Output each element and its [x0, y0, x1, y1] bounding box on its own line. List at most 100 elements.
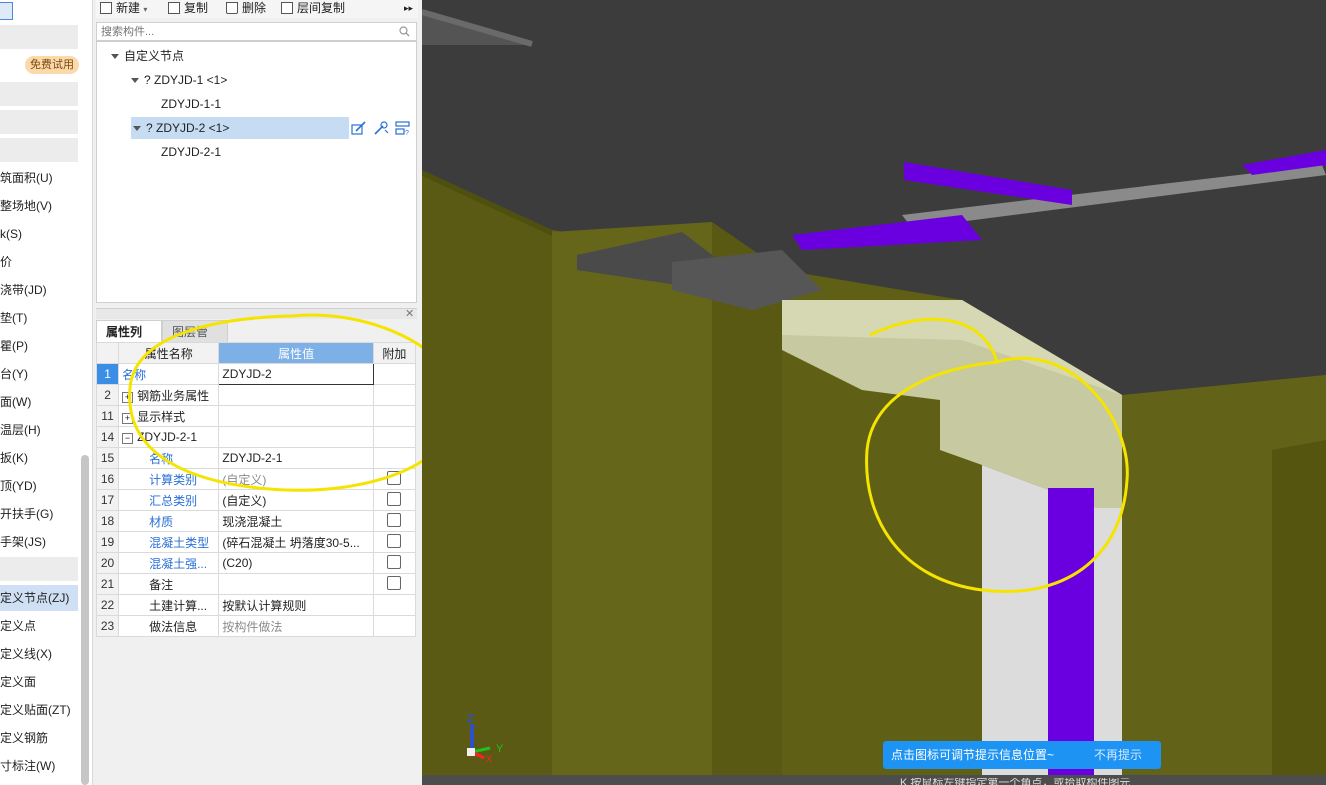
nav-item[interactable]: k(S) — [0, 221, 22, 247]
edit-node-icon[interactable] — [351, 120, 367, 136]
nav-item[interactable]: 定义钢筋 — [0, 725, 48, 751]
tree-leaf[interactable]: ZDYJD-1-1 — [161, 93, 221, 115]
3d-viewport[interactable] — [422, 0, 1326, 785]
property-panel: ✕ 属性列表 图层管理 属性名称 属性值 附加 1 名称 ZDYJD-2 2 +… — [95, 308, 460, 785]
chevron-down-icon[interactable]: ▾ — [143, 5, 147, 14]
nav-item[interactable]: 寸标注(W) — [0, 753, 55, 779]
toolbar: 新建 ▾ 复制 删除 层间复制 ▸▸ — [96, 0, 418, 18]
component-tree: 自定义节点 ? ZDYJD-1 <1> ZDYJD-1-1 ? ZDYJD-2 … — [96, 41, 417, 303]
nav-item[interactable]: 开扶手(G) — [0, 501, 53, 527]
prop-extra — [372, 573, 417, 595]
nav-item[interactable]: 定义点 — [0, 613, 36, 639]
table-row[interactable]: 18 材质 现浇混凝土 — [95, 510, 417, 532]
prop-value[interactable]: (C20) — [218, 552, 374, 574]
nav-item[interactable]: 定义面 — [0, 669, 36, 695]
copy-button[interactable]: 复制 — [168, 0, 208, 18]
extra-checkbox[interactable] — [387, 554, 402, 569]
nav-item[interactable]: 顶(YD) — [0, 473, 37, 499]
nav-item[interactable]: 定义贴面(ZT) — [0, 697, 71, 723]
nav-group-block[interactable] — [0, 110, 78, 134]
hint-tooltip[interactable]: 点击图标可调节提示信息位置~ 不再提示 — [883, 741, 1161, 769]
nav-item[interactable]: 筑面积(U) — [0, 165, 53, 191]
floor-copy-button[interactable]: 层间复制 — [281, 0, 345, 18]
nav-item[interactable]: 浇带(JD) — [0, 277, 47, 303]
extra-checkbox[interactable] — [387, 512, 402, 527]
table-row[interactable]: 20 混凝土强... (C20) — [95, 552, 417, 574]
nav-group-block[interactable] — [0, 557, 78, 581]
3d-model-canvas[interactable] — [422, 0, 1326, 785]
search-input[interactable] — [97, 23, 395, 40]
nav-item[interactable]: 定义线(X) — [0, 641, 52, 667]
tree-node-selected[interactable]: ? ZDYJD-2 <1> — [131, 117, 349, 139]
nav-item[interactable]: 扳(K) — [0, 445, 28, 471]
pick-node-icon[interactable] — [373, 120, 389, 136]
extra-checkbox[interactable] — [387, 533, 402, 548]
svg-text:?: ? — [405, 130, 409, 136]
prop-value[interactable] — [218, 573, 374, 595]
nav-collapse-icon[interactable] — [0, 2, 13, 20]
nav-scrollbar[interactable] — [81, 455, 89, 785]
prop-name: 材质 — [118, 510, 220, 532]
row-number: 20 — [95, 552, 120, 574]
copy-icon — [168, 2, 180, 14]
extra-checkbox[interactable] — [387, 575, 402, 590]
prop-name: 混凝土强... — [118, 552, 220, 574]
prop-extra — [372, 552, 417, 574]
tree-root[interactable]: 自定义节点 — [111, 45, 184, 67]
axis-y-label: Y — [496, 743, 504, 755]
prop-value[interactable]: (碎石混凝土 坍落度30-5... — [218, 531, 374, 553]
axis-z-label: Z — [467, 713, 474, 725]
prop-name: 备注 — [118, 573, 220, 595]
nav-item[interactable]: 台(Y) — [0, 361, 28, 387]
toolbar-more-icon[interactable]: ▸▸ — [404, 0, 413, 18]
nav-item[interactable]: 温层(H) — [0, 417, 41, 443]
nav-group-block[interactable] — [0, 82, 78, 106]
tree-leaf[interactable]: ZDYJD-2-1 — [161, 141, 221, 163]
table-row[interactable]: 23 做法信息 按构件做法 — [95, 615, 417, 637]
nav-item[interactable]: 瞿(P) — [0, 333, 28, 359]
row-number: 23 — [95, 615, 120, 637]
new-icon — [100, 2, 112, 14]
nav-item[interactable]: 价 — [0, 249, 12, 275]
expand-icon[interactable] — [111, 54, 119, 59]
delete-button[interactable]: 删除 — [226, 0, 266, 18]
node-settings-icon[interactable]: ? — [395, 120, 411, 136]
table-row[interactable]: 19 混凝土类型 (碎石混凝土 坍落度30-5... — [95, 531, 417, 553]
expand-icon[interactable] — [133, 126, 141, 131]
prop-extra — [372, 594, 417, 616]
nav-item[interactable]: 手架(JS) — [0, 529, 46, 555]
search-icon[interactable] — [399, 26, 410, 37]
prop-extra — [372, 531, 417, 553]
annotation-circle — [128, 313, 460, 492]
prop-name: 做法信息 — [118, 615, 220, 637]
nav-item[interactable]: 垫(T) — [0, 305, 27, 331]
hint-text: 点击图标可调节提示信息位置~ — [891, 748, 1055, 762]
floor-copy-icon — [281, 2, 293, 14]
row-number: 21 — [95, 573, 120, 595]
trash-icon — [226, 2, 238, 14]
row-number: 19 — [95, 531, 120, 553]
prop-extra — [372, 510, 417, 532]
axis-gizmo-icon: Z Y X — [467, 713, 504, 764]
axis-x-label: X — [486, 754, 492, 764]
prop-value[interactable]: 按构件做法 — [218, 615, 374, 637]
prop-name: 混凝土类型 — [118, 531, 220, 553]
free-trial-badge[interactable]: 免费试用 — [25, 56, 79, 74]
status-hint: K 按鼠标左键指定第一个角点，或拾取构件图元 — [900, 778, 1131, 785]
nav-item[interactable]: 整场地(V) — [0, 193, 52, 219]
nav-group-block[interactable] — [0, 25, 78, 49]
tree-node[interactable]: ? ZDYJD-1 <1> — [131, 69, 227, 91]
table-row[interactable]: 21 备注 — [95, 573, 417, 595]
prop-value[interactable]: 现浇混凝土 — [218, 510, 374, 532]
nav-item[interactable]: 面(W) — [0, 389, 31, 415]
table-row[interactable]: 22 土建计算... 按默认计算规则 — [95, 594, 417, 616]
row-number: 18 — [95, 510, 120, 532]
dismiss-hint-button[interactable]: 不再提示 — [1094, 741, 1142, 769]
expand-icon[interactable] — [131, 78, 139, 83]
prop-value[interactable]: 按默认计算规则 — [218, 594, 374, 616]
nav-group-block[interactable] — [0, 138, 78, 162]
nav-item-custom-node[interactable]: 定义节点(ZJ) — [0, 585, 78, 611]
component-search — [96, 22, 417, 41]
new-button[interactable]: 新建 ▾ — [100, 0, 147, 18]
row-number: 22 — [95, 594, 120, 616]
